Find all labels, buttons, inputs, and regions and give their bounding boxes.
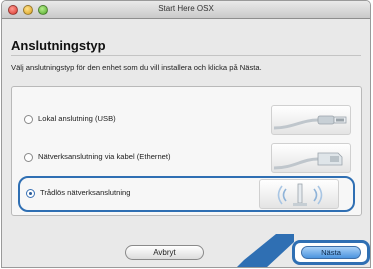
wireless-antenna-icon (259, 179, 339, 209)
window-title: Start Here OSX (158, 4, 214, 13)
next-button[interactable]: Nästa (301, 246, 361, 259)
usb-cable-icon (271, 105, 351, 135)
installer-window: Start Here OSX Anslutningstyp Välj anslu… (1, 0, 371, 268)
title-bar: Start Here OSX (2, 1, 370, 19)
option-usb[interactable]: Lokal anslutning (USB) (16, 103, 359, 137)
cancel-button[interactable]: Avbryt (125, 245, 204, 260)
page-title: Anslutningstyp (11, 38, 106, 53)
instruction-text: Välj anslutningstyp för den enhet som du… (11, 63, 262, 72)
usb-radio-button[interactable] (24, 115, 33, 124)
arrow-pointer-icon (237, 234, 294, 267)
radio-selected-dot (29, 192, 32, 195)
next-button-highlight: Nästa (292, 240, 370, 265)
wireless-radio-button[interactable] (26, 189, 35, 198)
ethernet-option-label[interactable]: Nätverksanslutning via kabel (Ethernet) (38, 152, 171, 161)
usb-option-label[interactable]: Lokal anslutning (USB) (38, 114, 116, 123)
ethernet-radio-button[interactable] (24, 153, 33, 162)
wireless-option-label[interactable]: Trådlös nätverksanslutning (40, 188, 130, 197)
option-ethernet[interactable]: Nätverksanslutning via kabel (Ethernet) (16, 141, 359, 175)
option-wireless[interactable]: Trådlös nätverksanslutning (18, 176, 355, 212)
connection-options-panel: Lokal anslutning (USB) Nätverksanslutnin… (11, 86, 362, 216)
heading-divider (11, 55, 361, 56)
ethernet-cable-icon (271, 143, 351, 173)
